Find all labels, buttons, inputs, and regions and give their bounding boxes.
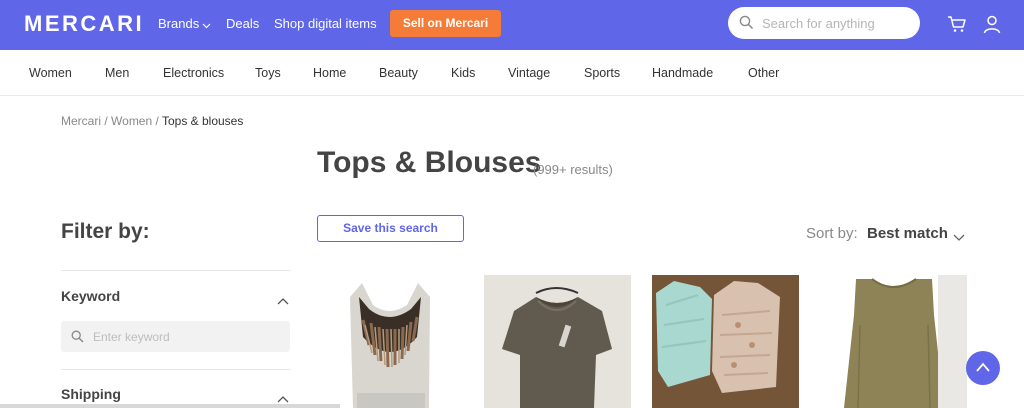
- category-sports[interactable]: Sports: [584, 66, 620, 80]
- category-toys[interactable]: Toys: [255, 66, 281, 80]
- product-card[interactable]: [820, 275, 967, 408]
- search-bar[interactable]: [728, 7, 920, 39]
- filter-keyword-heading[interactable]: Keyword: [61, 288, 120, 304]
- category-vintage[interactable]: Vintage: [508, 66, 550, 80]
- breadcrumb-women[interactable]: Women: [111, 114, 152, 128]
- nav-shop-digital-items[interactable]: Shop digital items: [274, 16, 377, 31]
- user-account-icon[interactable]: [982, 14, 1002, 39]
- nav-brands[interactable]: Brands: [158, 16, 211, 32]
- search-icon: [71, 330, 84, 348]
- category-home[interactable]: Home: [313, 66, 346, 80]
- product-image: [652, 275, 799, 408]
- category-electronics[interactable]: Electronics: [163, 66, 224, 80]
- category-men[interactable]: Men: [105, 66, 129, 80]
- chevron-down-icon: [202, 17, 211, 32]
- sort-label: Sort by:: [806, 225, 858, 242]
- save-search-button[interactable]: Save this search: [317, 215, 464, 242]
- breadcrumb-current: Tops & blouses: [161, 114, 244, 128]
- search-input[interactable]: [762, 13, 907, 33]
- category-other[interactable]: Other: [748, 66, 779, 80]
- search-icon: [739, 15, 754, 35]
- keyword-field[interactable]: [61, 321, 290, 352]
- product-card[interactable]: [484, 275, 631, 408]
- result-count: (999+ results): [533, 162, 613, 177]
- breadcrumb: Mercari / Women / Tops & blouses: [61, 114, 243, 128]
- cart-icon[interactable]: [947, 14, 967, 39]
- product-image: [484, 275, 631, 408]
- breadcrumb-separator: /: [101, 114, 112, 128]
- category-beauty[interactable]: Beauty: [379, 66, 418, 80]
- product-image: [317, 275, 464, 408]
- chevron-up-icon[interactable]: [277, 292, 289, 310]
- nav-brands-label: Brands: [158, 16, 200, 31]
- category-handmade[interactable]: Handmade: [652, 66, 713, 80]
- divider: [61, 270, 290, 271]
- product-card[interactable]: [652, 275, 799, 408]
- filter-title: Filter by:: [61, 220, 150, 243]
- horizontal-scrollbar[interactable]: [0, 404, 340, 408]
- breadcrumb-mercari[interactable]: Mercari: [61, 114, 101, 128]
- sell-on-mercari-button[interactable]: Sell on Mercari: [390, 10, 501, 37]
- category-bar: Women Men Electronics Toys Home Beauty K…: [0, 50, 1024, 96]
- mercari-logo[interactable]: MERCARI: [24, 11, 144, 37]
- chevron-down-icon[interactable]: [953, 229, 965, 247]
- sort-select[interactable]: Best match: [867, 225, 948, 242]
- category-women[interactable]: Women: [29, 66, 72, 80]
- top-header: MERCARI Brands Deals Shop digital items …: [0, 0, 1024, 50]
- filter-shipping-heading[interactable]: Shipping: [61, 386, 121, 402]
- category-kids[interactable]: Kids: [451, 66, 475, 80]
- keyword-input[interactable]: [93, 328, 283, 346]
- product-card[interactable]: [317, 275, 464, 408]
- divider: [61, 369, 290, 370]
- product-image: [820, 275, 967, 408]
- page-title: Tops & Blouses: [317, 146, 542, 179]
- scroll-to-top-button[interactable]: [966, 351, 1000, 385]
- breadcrumb-separator: /: [152, 114, 162, 128]
- nav-deals[interactable]: Deals: [226, 16, 259, 31]
